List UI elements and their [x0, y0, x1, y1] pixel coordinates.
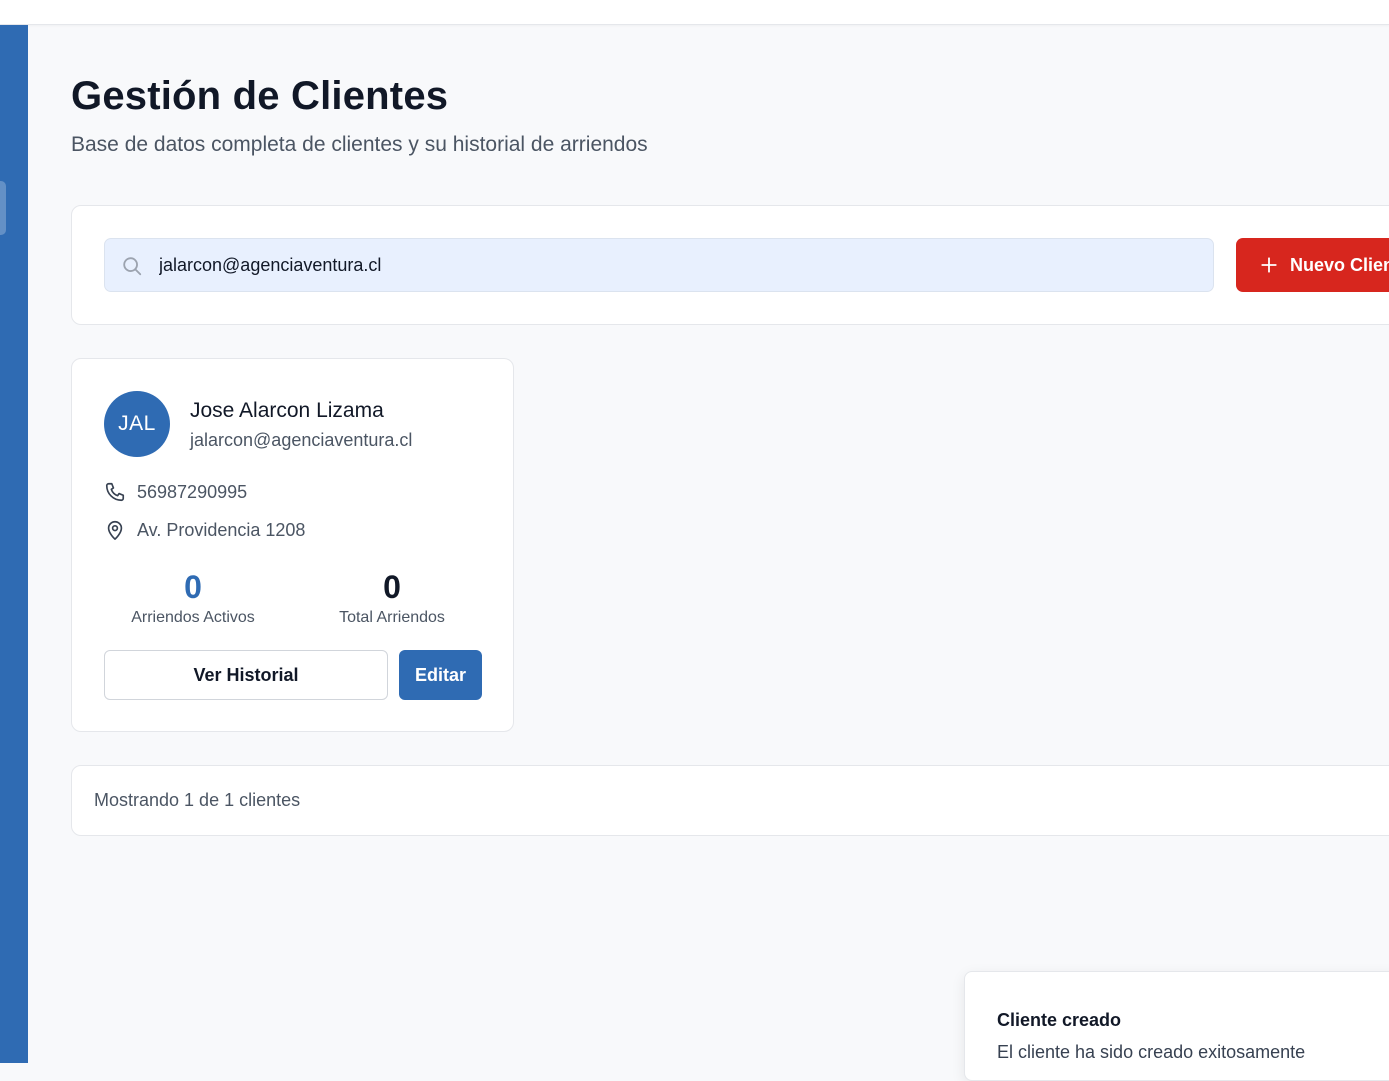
sidebar — [0, 25, 28, 1063]
results-summary: Mostrando 1 de 1 clientes — [94, 790, 301, 810]
client-email: jalarcon@agenciaventura.cl — [190, 430, 413, 450]
phone-icon — [105, 482, 125, 502]
top-bar — [0, 0, 1389, 25]
total-rentals-label: Total Arriendos — [339, 609, 445, 626]
total-rentals-value: 0 — [383, 569, 401, 605]
map-pin-icon — [107, 520, 123, 540]
toast-notification[interactable]: Cliente creado El cliente ha sido creado… — [964, 971, 1389, 1081]
search-icon — [123, 257, 142, 276]
toast-title: Cliente creado — [997, 1010, 1122, 1030]
client-address: Av. Providencia 1208 — [137, 519, 306, 540]
active-rentals-value: 0 — [184, 569, 202, 605]
results-footer: Mostrando 1 de 1 clientes — [71, 765, 1389, 836]
client-card: JAL Jose Alarcon Lizama jalarcon@agencia… — [71, 358, 514, 732]
search-box[interactable] — [104, 238, 1214, 292]
phone-row: 56987290995 — [104, 480, 247, 504]
avatar: JAL — [104, 391, 170, 457]
new-client-button[interactable]: Nuevo Cliente — [1236, 238, 1389, 292]
search-input[interactable] — [159, 239, 1199, 291]
page-title: Gestión de Clientes — [71, 74, 449, 118]
plus-icon — [1261, 257, 1277, 273]
edit-button[interactable]: Editar — [399, 650, 482, 700]
toast-message: El cliente ha sido creado exitosamente — [997, 1042, 1306, 1062]
view-history-button[interactable]: Ver Historial — [104, 650, 388, 700]
address-row: Av. Providencia 1208 — [104, 518, 305, 542]
client-name: Jose Alarcon Lizama — [190, 399, 384, 422]
client-phone: 56987290995 — [137, 481, 248, 502]
sidebar-active-tab[interactable] — [0, 181, 6, 235]
active-rentals-label: Arriendos Activos — [131, 609, 255, 626]
total-rentals-stat: 0 Total Arriendos — [302, 567, 482, 627]
page-subtitle: Base de datos completa de clientes y su … — [71, 133, 648, 156]
active-rentals-stat: 0 Arriendos Activos — [103, 567, 283, 627]
new-client-label: Nuevo Cliente — [1290, 254, 1389, 275]
